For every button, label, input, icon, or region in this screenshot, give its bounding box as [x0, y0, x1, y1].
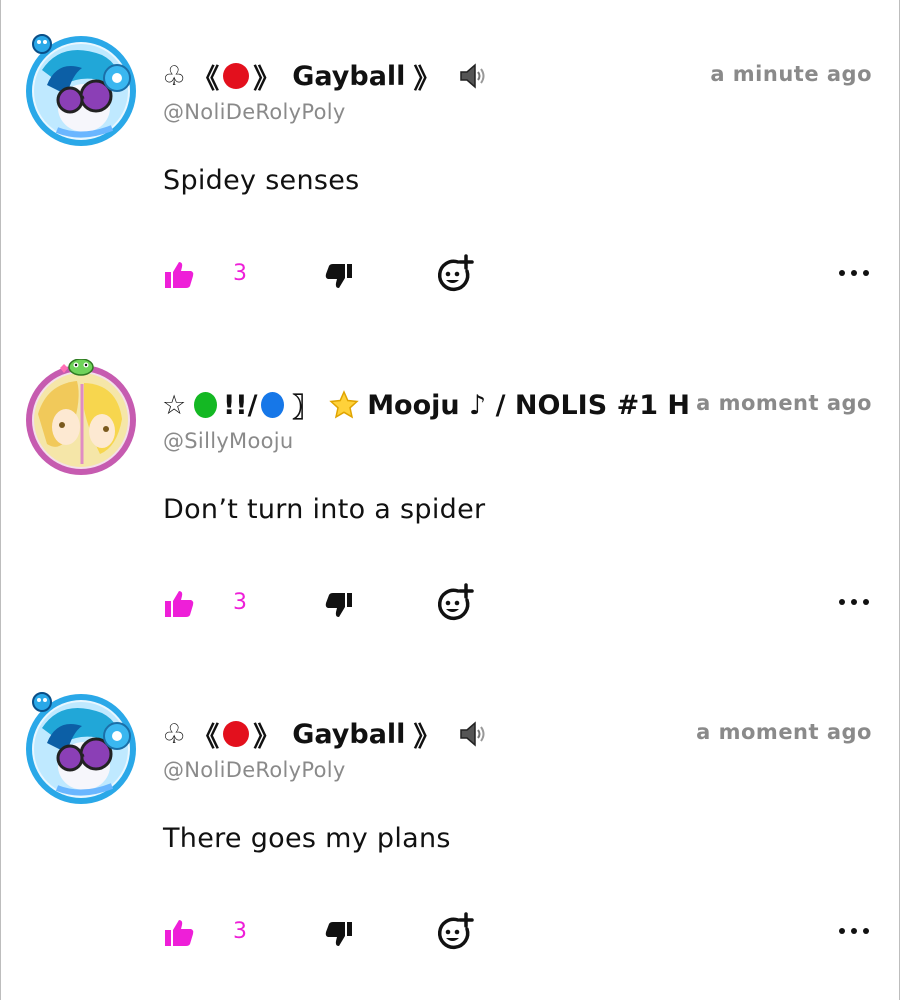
- thumbs-down-icon: [325, 264, 352, 288]
- username-display[interactable]: ♧ 《 》 Gayball 》: [162, 712, 690, 756]
- bracket-end: 》: [413, 721, 441, 753]
- user-handle[interactable]: @SillyMooju: [163, 429, 294, 453]
- thumbs-down-icon: [325, 922, 352, 946]
- like-count: 3: [233, 261, 247, 286]
- like-button[interactable]: [163, 588, 195, 620]
- red-circle-icon: [223, 721, 250, 747]
- bracket-symbol: 〗: [292, 392, 320, 424]
- precure-avatar-icon: [26, 359, 136, 475]
- username-text: Mooju ♪ / NOLIS #1 H: [367, 389, 690, 421]
- like-count: 3: [233, 590, 247, 615]
- more-options-icon: [839, 599, 869, 605]
- add-emoji-icon: [438, 583, 474, 620]
- thumbs-up-icon: [165, 591, 194, 617]
- add-reaction-button[interactable]: [434, 582, 474, 622]
- comment-body: There goes my plans: [163, 823, 451, 854]
- bracket-open: 《: [192, 721, 220, 753]
- star-icon: [329, 390, 359, 420]
- bracket-close: 》: [253, 63, 281, 95]
- user-avatar[interactable]: [22, 30, 140, 148]
- comment-body: Don’t turn into a spider: [163, 494, 486, 525]
- user-handle[interactable]: @NoliDeRolyPoly: [163, 758, 346, 782]
- more-options-icon: [839, 928, 869, 934]
- user-handle[interactable]: @NoliDeRolyPoly: [163, 100, 346, 124]
- like-button[interactable]: [163, 917, 195, 949]
- more-options-button[interactable]: [836, 921, 872, 941]
- dislike-button[interactable]: [324, 261, 354, 291]
- vinyl-scratch-avatar-icon: [26, 34, 136, 146]
- club-symbol: ♧: [162, 60, 187, 92]
- comment-timestamp: a moment ago: [696, 720, 872, 744]
- add-reaction-button[interactable]: [434, 253, 474, 293]
- more-options-icon: [839, 270, 869, 276]
- red-circle-icon: [223, 63, 250, 89]
- speaker-icon: [458, 720, 488, 748]
- username-display[interactable]: ☆ !!/ 〗 Mooju ♪ / NOLIS #1 H: [162, 383, 690, 427]
- thumbs-up-icon: [165, 920, 194, 946]
- comment-actions: 3: [0, 253, 900, 299]
- comment-timestamp: a moment ago: [696, 391, 872, 415]
- comment-body: Spidey senses: [163, 165, 360, 196]
- comment-item: ☆ !!/ 〗 Mooju ♪ / NOLIS #1 H a moment ag…: [0, 329, 900, 659]
- username-text: Gayball: [292, 60, 406, 92]
- thumbs-down-icon: [325, 593, 352, 617]
- like-count: 3: [233, 919, 247, 944]
- star-outline-symbol: ☆: [162, 389, 187, 421]
- dislike-button[interactable]: [324, 919, 354, 949]
- add-reaction-button[interactable]: [434, 911, 474, 951]
- more-options-button[interactable]: [836, 263, 872, 283]
- bracket-end: 》: [413, 63, 441, 95]
- speaker-icon: [458, 62, 488, 90]
- username-text: Gayball: [292, 718, 406, 750]
- bracket-open: 《: [192, 63, 220, 95]
- user-avatar[interactable]: [22, 688, 140, 806]
- comment-item: ♧ 《 》 Gayball 》 a minute ago @NoliDeRoly…: [0, 0, 900, 330]
- user-avatar[interactable]: [22, 359, 140, 477]
- thumbs-up-icon: [165, 262, 194, 288]
- more-options-button[interactable]: [836, 592, 872, 612]
- vinyl-scratch-avatar-icon: [26, 692, 136, 804]
- comment-actions: 3: [0, 911, 900, 957]
- dislike-button[interactable]: [324, 590, 354, 620]
- like-button[interactable]: [163, 259, 195, 291]
- separator-text: !!/: [222, 389, 258, 421]
- comment-item: ♧ 《 》 Gayball 》 a moment ago @NoliDeRoly…: [0, 658, 900, 988]
- comment-timestamp: a minute ago: [710, 62, 872, 86]
- comment-actions: 3: [0, 582, 900, 628]
- bracket-close: 》: [253, 721, 281, 753]
- username-display[interactable]: ♧ 《 》 Gayball 》: [162, 54, 690, 98]
- add-emoji-icon: [438, 254, 474, 291]
- add-emoji-icon: [438, 912, 474, 949]
- green-circle-icon: [194, 392, 217, 418]
- blue-circle-icon: [261, 392, 285, 418]
- club-symbol: ♧: [162, 718, 187, 750]
